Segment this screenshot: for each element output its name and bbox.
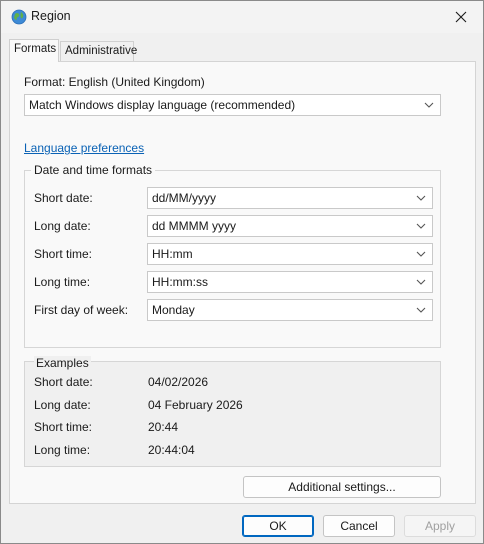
short-date-value: dd/MM/yyyy: [152, 191, 217, 205]
globe-icon: [11, 9, 27, 25]
long-date-dropdown[interactable]: dd MMMM yyyy: [147, 215, 433, 237]
region-dialog: Region Formats Administrative Format: En…: [0, 0, 484, 544]
example-short-date-label: Short date:: [34, 375, 93, 389]
short-time-dropdown[interactable]: HH:mm: [147, 243, 433, 265]
long-time-value: HH:mm:ss: [152, 275, 208, 289]
apply-button[interactable]: Apply: [404, 515, 476, 537]
chevron-down-icon: [416, 279, 426, 285]
close-button[interactable]: [439, 1, 483, 33]
date-time-formats-group: Date and time formats Short date: dd/MM/…: [24, 163, 441, 348]
language-preferences-link[interactable]: Language preferences: [24, 141, 144, 155]
chevron-down-icon: [424, 102, 434, 108]
window-title: Region: [31, 9, 71, 23]
long-date-label: Long date:: [34, 219, 91, 233]
first-day-of-week-label: First day of week:: [34, 303, 129, 317]
example-short-time-label: Short time:: [34, 420, 93, 434]
chevron-down-icon: [416, 251, 426, 257]
first-day-of-week-value: Monday: [152, 303, 195, 317]
chevron-down-icon: [416, 223, 426, 229]
short-date-label: Short date:: [34, 191, 93, 205]
cancel-button[interactable]: Cancel: [323, 515, 395, 537]
example-long-date-value: 04 February 2026: [148, 398, 243, 412]
first-day-of-week-dropdown[interactable]: Monday: [147, 299, 433, 321]
tab-administrative[interactable]: Administrative: [60, 41, 137, 61]
short-date-dropdown[interactable]: dd/MM/yyyy: [147, 187, 433, 209]
ok-button[interactable]: OK: [242, 515, 314, 537]
short-time-value: HH:mm: [152, 247, 193, 261]
long-time-dropdown[interactable]: HH:mm:ss: [147, 271, 433, 293]
long-time-label: Long time:: [34, 275, 91, 289]
close-icon: [455, 11, 467, 23]
examples-title: Examples: [34, 356, 91, 370]
format-label: Format: English (United Kingdom): [24, 75, 205, 89]
formats-panel: Format: English (United Kingdom) Match W…: [9, 61, 476, 504]
title-bar: Region: [1, 1, 483, 33]
additional-settings-button[interactable]: Additional settings...: [243, 476, 441, 498]
example-long-time-value: 20:44:04: [148, 443, 195, 457]
example-long-time-label: Long time:: [34, 443, 91, 457]
date-time-formats-title: Date and time formats: [31, 163, 156, 177]
chevron-down-icon: [416, 307, 426, 313]
long-date-value: dd MMMM yyyy: [152, 219, 236, 233]
short-time-label: Short time:: [34, 247, 93, 261]
tab-formats[interactable]: Formats: [9, 39, 59, 62]
format-dropdown[interactable]: Match Windows display language (recommen…: [24, 94, 441, 116]
example-short-date-value: 04/02/2026: [148, 375, 209, 389]
example-short-time-value: 20:44: [148, 420, 179, 434]
examples-group: Examples Short date: 04/02/2026 Long dat…: [24, 356, 441, 467]
chevron-down-icon: [416, 195, 426, 201]
format-dropdown-value: Match Windows display language (recommen…: [29, 98, 296, 112]
example-long-date-label: Long date:: [34, 398, 91, 412]
